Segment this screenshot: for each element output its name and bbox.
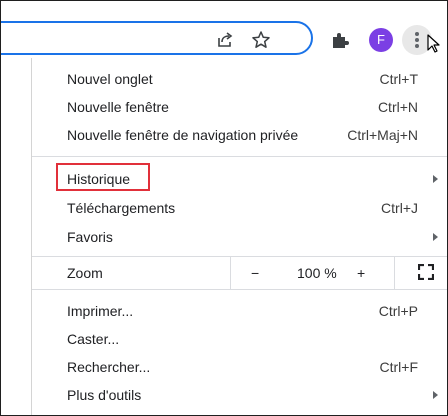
menu-item-shortcut: Ctrl+P [378,303,418,319]
menu-item-label: Téléchargements [67,200,176,216]
chrome-menu: Nouvel onglet Ctrl+T Nouvelle fenêtre Ct… [31,58,447,415]
menu-item-label: Nouvelle fenêtre [67,99,169,115]
share-icon[interactable] [215,30,235,50]
zoom-in-button[interactable]: + [357,257,365,289]
extensions-icon[interactable] [330,30,350,50]
fullscreen-icon[interactable] [418,264,434,280]
profile-avatar[interactable]: F [369,28,393,52]
zoom-divider [394,257,395,289]
menu-item-label: Nouvelle fenêtre de navigation privée [67,127,299,143]
zoom-level: 100 % [297,265,337,281]
menu-item-find[interactable]: Rechercher... Ctrl+F [32,353,447,381]
menu-item-cast[interactable]: Caster... [32,325,447,353]
mouse-cursor-icon [427,34,440,53]
menu-item-shortcut: Ctrl+T [379,71,419,87]
menu-item-bookmarks[interactable]: Favoris [32,223,447,251]
menu-item-label: Favoris [67,229,113,245]
menu-separator [32,156,447,157]
menu-item-new-incognito-window[interactable]: Nouvelle fenêtre de navigation privée Ct… [32,121,447,149]
menu-dot [415,32,419,36]
menu-item-label: Imprimer... [67,303,134,319]
zoom-row: Zoom − 100 % + [32,257,447,289]
menu-item-shortcut: Ctrl+N [377,99,418,115]
menu-item-label: Caster... [67,331,120,347]
menu-item-more-tools[interactable]: Plus d'outils [32,381,447,409]
address-bar[interactable] [1,21,313,55]
browser-window: F Nouvel onglet Ctrl+T Nouvelle fenêtre … [0,0,448,416]
submenu-arrow-icon [433,233,438,241]
menu-item-history[interactable]: Historique [32,163,447,193]
menu-item-downloads[interactable]: Téléchargements Ctrl+J [32,194,447,222]
menu-item-label: Rechercher... [67,359,151,375]
zoom-out-button[interactable]: − [251,257,259,289]
menu-item-shortcut: Ctrl+F [379,359,419,375]
menu-item-new-tab[interactable]: Nouvel onglet Ctrl+T [32,65,447,93]
menu-dot [415,38,419,42]
menu-item-print[interactable]: Imprimer... Ctrl+P [32,297,447,325]
browser-toolbar: F [1,1,447,55]
zoom-label: Zoom [67,265,103,281]
menu-item-label: Historique [67,171,131,187]
menu-item-shortcut: Ctrl+J [381,200,418,216]
submenu-arrow-icon [433,175,438,183]
star-icon[interactable] [251,30,271,50]
menu-item-label: Nouvel onglet [67,71,153,87]
menu-item-new-window[interactable]: Nouvelle fenêtre Ctrl+N [32,93,447,121]
menu-item-label: Plus d'outils [67,387,142,403]
menu-dot [415,44,419,48]
menu-separator [32,289,447,290]
menu-item-shortcut: Ctrl+Maj+N [347,127,418,143]
zoom-controls: − 100 % + [230,257,447,289]
submenu-arrow-icon [433,391,438,399]
